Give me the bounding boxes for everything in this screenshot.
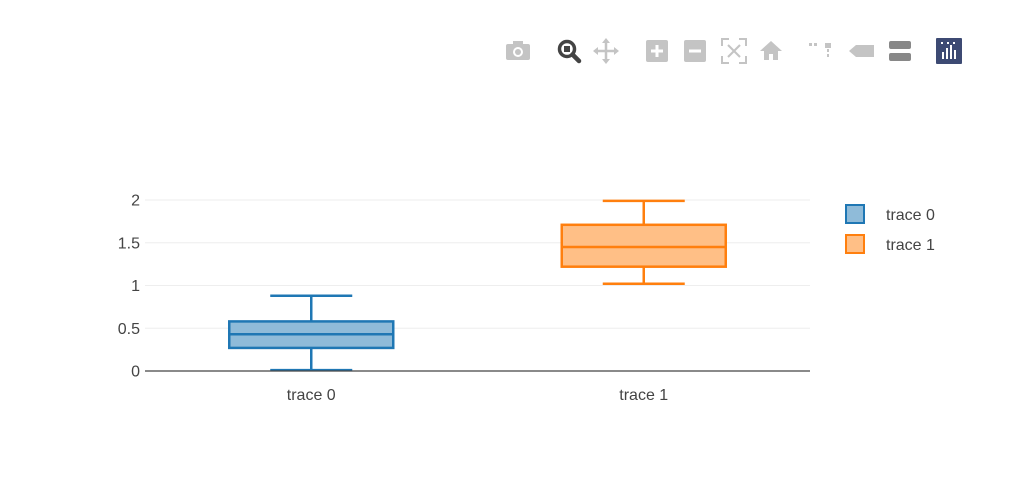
y-tick-labels: 0 0.5 1 1.5 2	[118, 193, 140, 381]
pan-icon[interactable]	[593, 38, 619, 64]
plotly-logo-icon[interactable]	[936, 38, 962, 64]
iqr-box	[560, 223, 727, 268]
y-tick-label: 0.5	[118, 321, 140, 338]
legend-swatch	[845, 204, 865, 224]
autoscale-icon[interactable]	[721, 38, 747, 64]
zoom-in-icon[interactable]	[646, 40, 668, 62]
plot-root: 0 0.5 1 1.5 2 trace 0 trace 1 trace 0 trace 1	[118, 38, 962, 404]
box-trace[interactable]	[228, 294, 395, 372]
spike-lines-icon[interactable]	[809, 43, 831, 57]
legend-label: trace 0	[886, 207, 935, 224]
modebar	[506, 38, 962, 64]
home-icon[interactable]	[760, 41, 782, 60]
legend-item[interactable]: trace 1	[845, 234, 935, 254]
legend-item[interactable]: trace 0	[845, 204, 935, 224]
hover-compare-icon[interactable]	[889, 41, 911, 61]
legend: trace 0 trace 1	[845, 204, 935, 254]
zoom-icon[interactable]	[557, 39, 582, 64]
camera-icon[interactable]	[506, 41, 530, 60]
x-tick-label: trace 1	[619, 387, 668, 404]
y-tick-label: 1	[131, 278, 140, 295]
legend-label: trace 1	[886, 237, 935, 254]
y-tick-label: 0	[131, 364, 140, 381]
y-tick-label: 1.5	[118, 235, 140, 252]
y-tick-label: 2	[131, 193, 140, 210]
box-trace[interactable]	[560, 199, 727, 286]
zoom-out-icon[interactable]	[684, 40, 706, 62]
legend-swatch	[845, 234, 865, 254]
hover-closest-icon[interactable]	[849, 45, 874, 57]
x-tick-labels: trace 0 trace 1	[287, 387, 669, 404]
x-tick-label: trace 0	[287, 387, 336, 404]
